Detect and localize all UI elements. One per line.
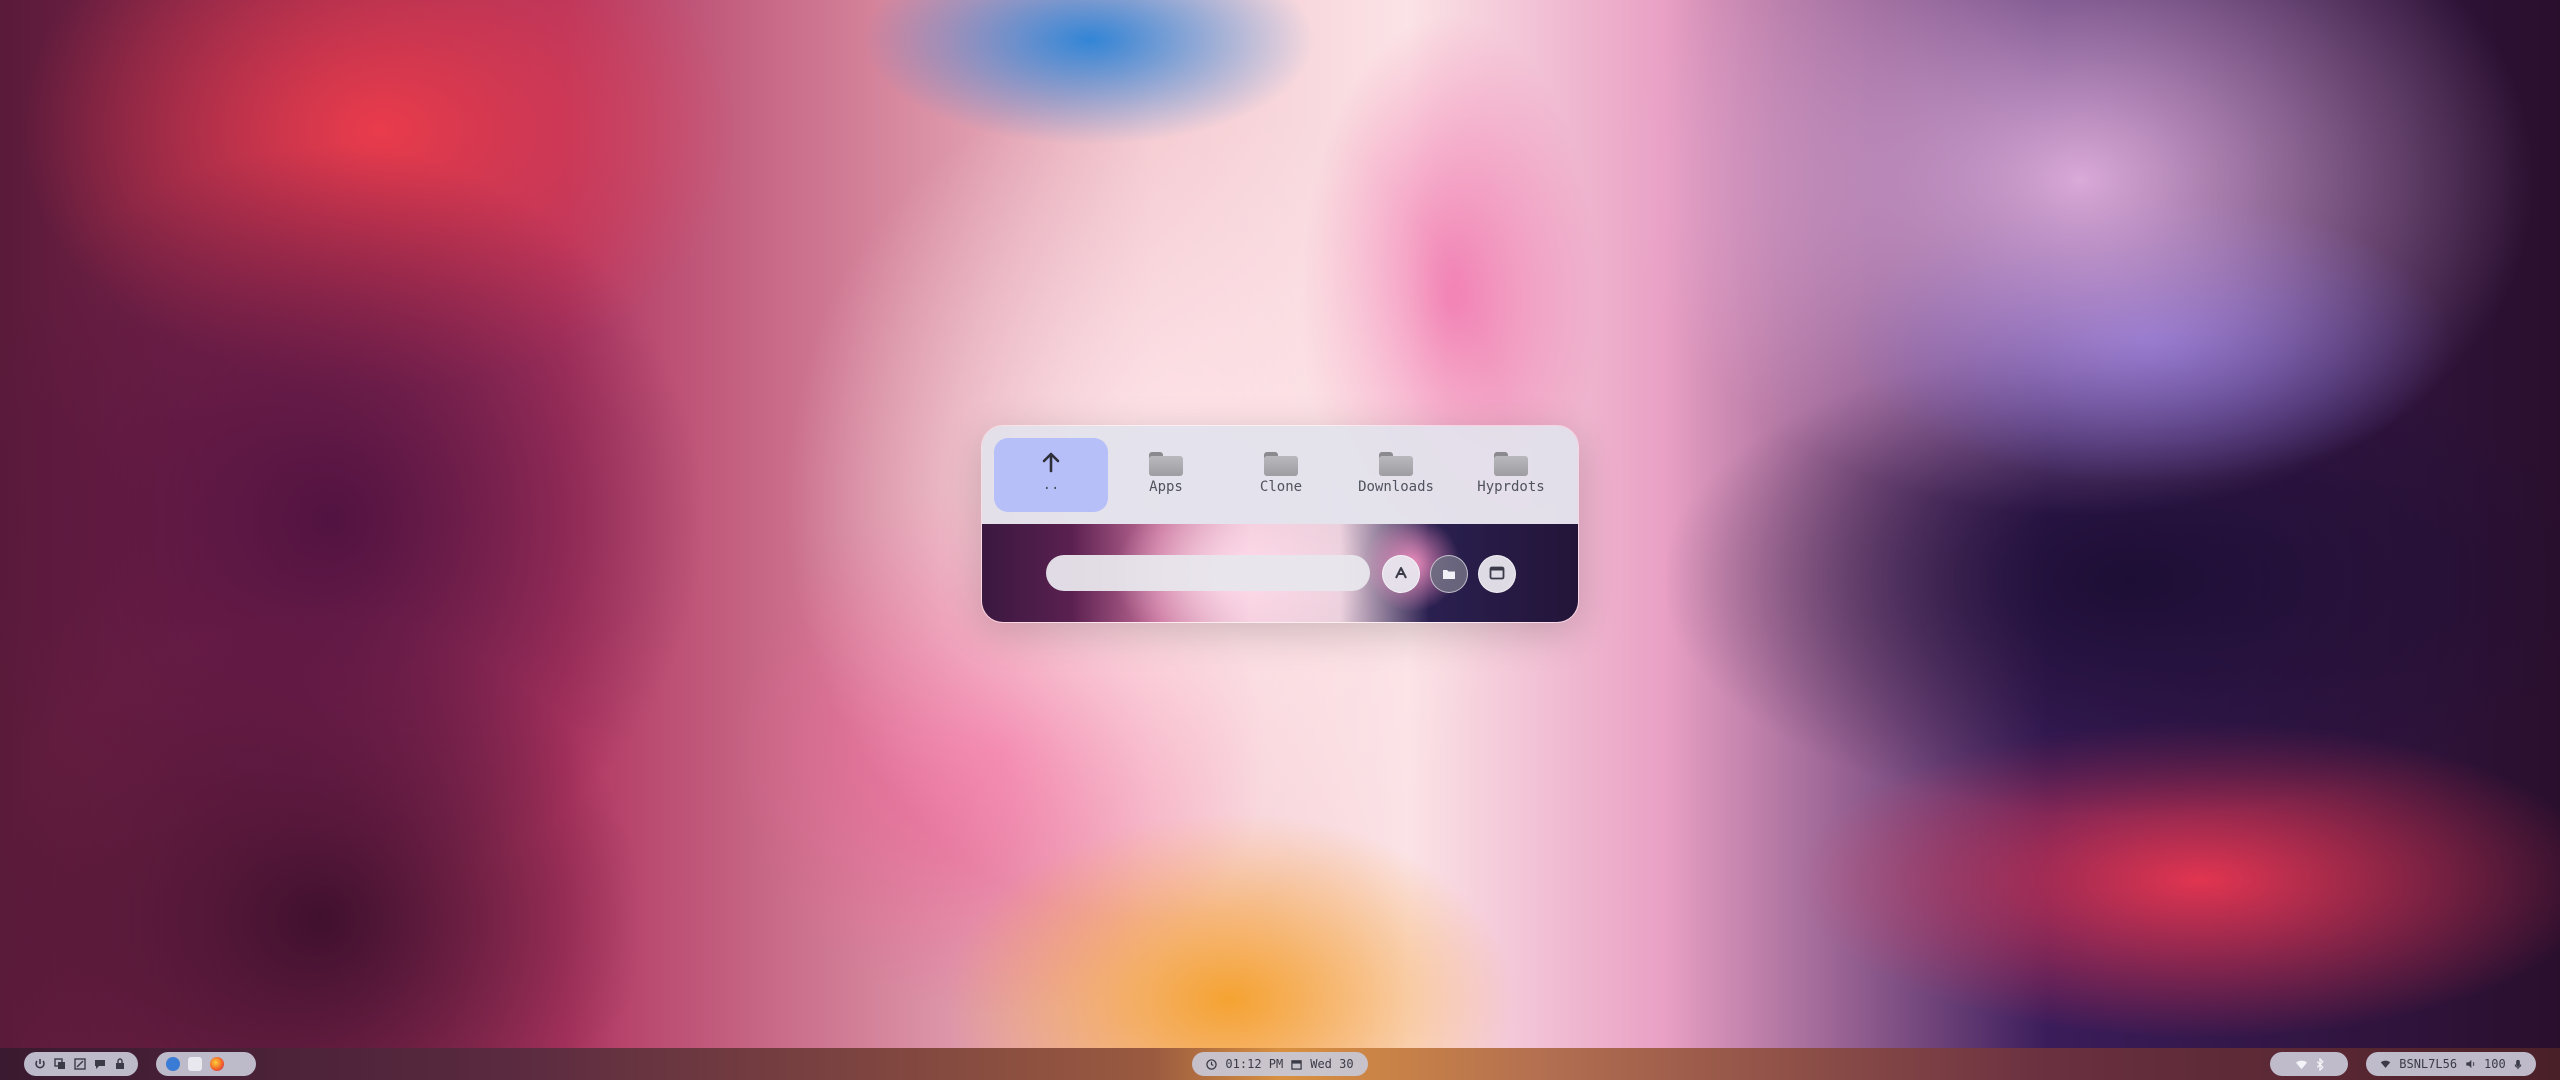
tile-label: Downloads — [1358, 479, 1434, 495]
status-widget[interactable]: BSNL7L56 100 — [2366, 1052, 2536, 1076]
folder-tile-apps[interactable]: Apps — [1109, 438, 1223, 512]
clock-time: 01:12 PM — [1225, 1057, 1284, 1071]
folder-tile-clone[interactable]: Clone — [1224, 438, 1338, 512]
tile-label: .. — [1042, 477, 1060, 493]
folder-icon — [1379, 452, 1413, 476]
volume-level: 100 — [2484, 1057, 2506, 1071]
text-mode-icon — [1394, 565, 1408, 584]
microphone-icon — [2514, 1059, 2522, 1070]
file-grid: .. Apps Clone Downloads Hyprdots — [982, 426, 1578, 524]
volume-icon — [2465, 1059, 2476, 1069]
wifi-icon[interactable] — [2295, 1059, 2308, 1070]
search-input[interactable] — [1046, 555, 1370, 591]
tile-label: Clone — [1259, 479, 1303, 495]
system-tray — [2270, 1052, 2348, 1076]
file-picker-window: .. Apps Clone Downloads Hyprdots — [981, 425, 1579, 623]
folder-mode-button[interactable] — [1430, 555, 1468, 593]
folder-icon — [1149, 452, 1183, 476]
folder-icon — [1264, 452, 1298, 476]
files-icon[interactable] — [188, 1057, 202, 1071]
network-name: BSNL7L56 — [2399, 1057, 2458, 1071]
app-launcher — [156, 1052, 256, 1076]
fullscreen-icon[interactable] — [74, 1058, 86, 1070]
firefox-icon[interactable] — [210, 1057, 224, 1071]
folder-icon — [1494, 452, 1528, 476]
chat-icon[interactable] — [94, 1058, 106, 1070]
calendar-icon — [1291, 1059, 1302, 1070]
arrow-up-icon — [1039, 450, 1063, 474]
session-controls — [24, 1052, 138, 1076]
window-icon — [1489, 565, 1505, 584]
copy-icon[interactable] — [54, 1058, 66, 1070]
network-icon — [2380, 1059, 2391, 1069]
folder-tile-hyprdots[interactable]: Hyprdots — [1454, 438, 1568, 512]
text-mode-button[interactable] — [1382, 555, 1420, 593]
bluetooth-icon[interactable] — [2316, 1057, 2324, 1071]
clock-icon — [1206, 1058, 1218, 1070]
clock-widget[interactable]: 01:12 PM Wed 30 — [1192, 1052, 1368, 1076]
power-icon[interactable] — [34, 1058, 46, 1070]
clock-date: Wed 30 — [1310, 1057, 1354, 1071]
vscode-icon[interactable] — [166, 1057, 180, 1071]
folder-tile-downloads[interactable]: Downloads — [1339, 438, 1453, 512]
tile-label: Hyprdots — [1477, 479, 1545, 495]
window-mode-button[interactable] — [1478, 555, 1516, 593]
parent-directory-tile[interactable]: .. — [994, 438, 1108, 512]
tile-label: Apps — [1149, 479, 1183, 495]
picker-toolbar — [982, 524, 1578, 622]
lock-icon[interactable] — [114, 1058, 126, 1070]
folder-icon — [1442, 565, 1456, 584]
